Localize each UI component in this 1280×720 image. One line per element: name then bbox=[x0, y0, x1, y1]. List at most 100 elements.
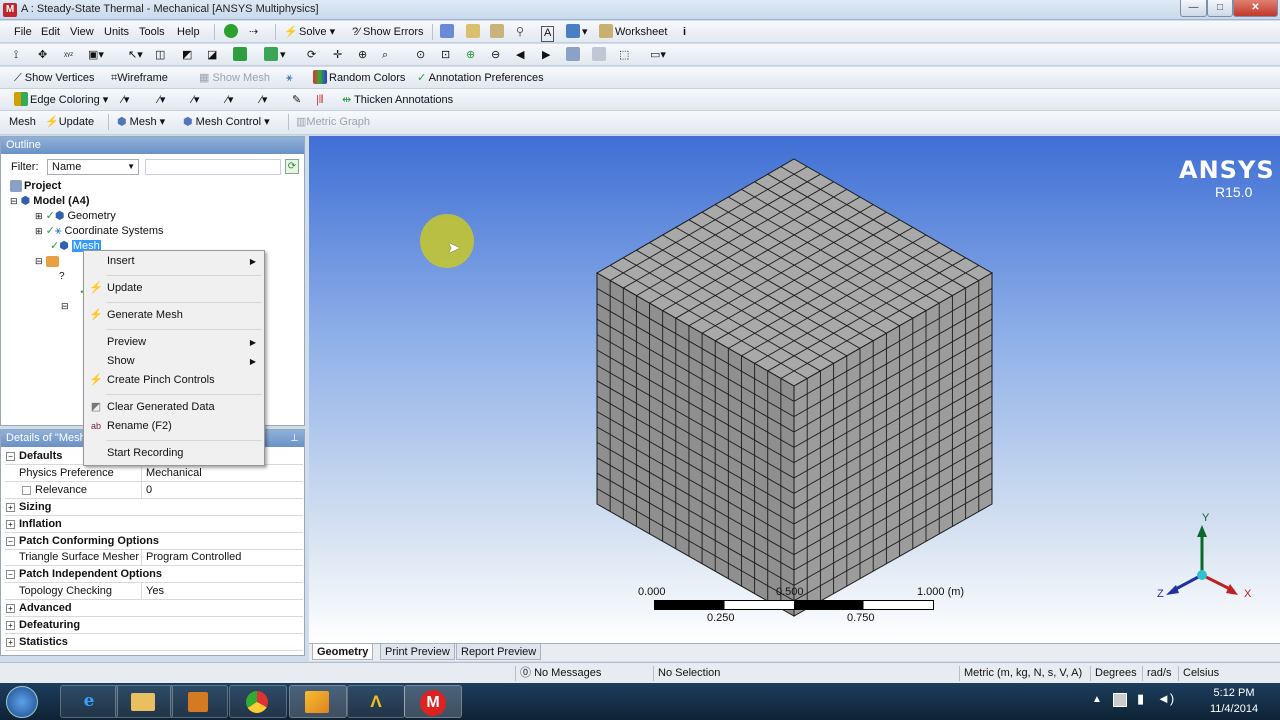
toolbar-icon-c[interactable] bbox=[490, 24, 506, 40]
thickness-icon[interactable]: |⫴ bbox=[316, 92, 323, 108]
tree-item-model[interactable]: ⊟ ⬢ Model (A4) bbox=[10, 194, 90, 208]
rotate-icon[interactable]: ⟳ bbox=[307, 47, 316, 63]
menu-item-rename[interactable]: ab Rename (F2) bbox=[84, 417, 264, 436]
rate-units[interactable]: rad/s bbox=[1142, 666, 1178, 681]
update-button[interactable]: ⚡Update bbox=[45, 114, 94, 130]
units-status[interactable]: Metric (m, kg, N, s, V, A) bbox=[959, 666, 1090, 681]
edge-style-5-icon[interactable]: ⁄▾ bbox=[260, 92, 267, 108]
details-group-row[interactable]: + Defeaturing bbox=[5, 617, 303, 634]
file-explorer-icon[interactable] bbox=[115, 685, 173, 718]
menu-help[interactable]: Help bbox=[177, 24, 200, 40]
toolbar-icon-a[interactable] bbox=[440, 24, 456, 40]
refresh-icon[interactable]: ⟳ bbox=[285, 159, 299, 174]
random-colors-button[interactable]: Random Colors bbox=[313, 70, 405, 86]
magnify-icon[interactable]: ⊕ bbox=[466, 47, 475, 63]
collapse-icon[interactable]: − bbox=[6, 452, 15, 461]
set-view-icon[interactable] bbox=[592, 47, 608, 63]
edge-style-3-icon[interactable]: ⁄▾ bbox=[192, 92, 199, 108]
zoom-fit-icon[interactable]: ⊙ bbox=[416, 47, 425, 63]
expand-icon[interactable]: + bbox=[6, 604, 15, 614]
clock-date[interactable]: 11/4/2014 bbox=[1200, 703, 1268, 715]
vertex-select-icon[interactable]: ◫ bbox=[155, 47, 165, 63]
menu-item-generate-mesh[interactable]: ⚡ Generate Mesh bbox=[84, 306, 264, 325]
previous-view-icon[interactable]: ◀ bbox=[516, 47, 524, 63]
menu-file[interactable]: File bbox=[14, 24, 32, 40]
info-icon[interactable]: i bbox=[683, 24, 686, 40]
ansys-workbench-icon[interactable] bbox=[289, 685, 347, 718]
expand-icon[interactable]: + bbox=[6, 519, 15, 529]
coordinate-icon[interactable]: ⚹ bbox=[286, 70, 293, 86]
details-group-row[interactable]: − Patch Independent Options bbox=[5, 566, 303, 584]
tree-item-analysis[interactable]: ⊟ bbox=[35, 254, 61, 268]
check-icon[interactable] bbox=[224, 24, 240, 40]
tree-item-solution-collapse[interactable]: ⊟ bbox=[61, 299, 69, 313]
details-property-row[interactable]: Physics Preference Mechanical bbox=[5, 464, 303, 482]
metric-graph-button[interactable]: ▥Metric Graph bbox=[296, 114, 370, 130]
pan-icon[interactable]: ✛ bbox=[333, 47, 342, 63]
collapse-icon[interactable]: − bbox=[6, 570, 15, 580]
wireframe-button[interactable]: ⌗Wireframe bbox=[111, 70, 168, 86]
zoom-icon[interactable]: ⊕ bbox=[358, 47, 367, 63]
toolbar-icon-b[interactable] bbox=[466, 24, 482, 40]
details-group-row[interactable]: + Inflation bbox=[5, 516, 303, 533]
menu-item-start-recording[interactable]: Start Recording bbox=[84, 444, 264, 463]
probe-icon[interactable]: ⚲ bbox=[516, 24, 524, 40]
menu-item-update[interactable]: ⚡ Update bbox=[84, 279, 264, 298]
close-button[interactable]: ✕ bbox=[1233, 0, 1278, 17]
worksheet-button[interactable]: Worksheet bbox=[599, 24, 667, 40]
clock-time[interactable]: 5:12 PM bbox=[1204, 687, 1264, 699]
show-vertices-button[interactable]: ⟋ Show Vertices bbox=[14, 70, 94, 86]
details-row-value[interactable]: 0 bbox=[146, 482, 152, 498]
details-row-value[interactable]: Mechanical bbox=[146, 465, 202, 481]
menu-view[interactable]: View bbox=[70, 24, 94, 40]
edge-select-icon[interactable]: ◩ bbox=[182, 47, 192, 63]
collapse-icon[interactable]: − bbox=[6, 536, 15, 546]
edge-style-1-icon[interactable]: ⁄▾ bbox=[122, 92, 129, 108]
action-center-icon[interactable] bbox=[1113, 693, 1127, 707]
edge-style-2-icon[interactable]: ⁄▾ bbox=[158, 92, 165, 108]
angle-units[interactable]: Degrees bbox=[1090, 666, 1142, 681]
minimize-button[interactable]: — bbox=[1180, 0, 1207, 17]
show-mesh-button[interactable]: ▦ Show Mesh bbox=[199, 70, 270, 86]
text-annotation-icon[interactable]: A bbox=[541, 26, 555, 42]
tab-geometry[interactable]: Geometry bbox=[312, 644, 374, 660]
network-icon[interactable]: ▮ bbox=[1137, 691, 1144, 707]
menu-item-show[interactable]: Show ▶ bbox=[84, 352, 264, 371]
viewport-layout-icon[interactable]: ▭▾ bbox=[650, 47, 666, 63]
media-player-icon[interactable] bbox=[170, 685, 228, 718]
menu-item-create-pinch[interactable]: ⚡ Create Pinch Controls bbox=[84, 371, 264, 390]
details-group-row[interactable]: + Advanced bbox=[5, 600, 303, 618]
relevance-checkbox[interactable] bbox=[22, 485, 31, 495]
menu-item-preview[interactable]: Preview ▶ bbox=[84, 333, 264, 352]
thicken-annotations-button[interactable]: ⇹ Thicken Annotations bbox=[342, 92, 453, 108]
box-select-icon[interactable]: ▣▾ bbox=[88, 47, 104, 63]
show-errors-button[interactable]: ?⁄ Show Errors bbox=[352, 24, 424, 40]
details-group-row[interactable]: + Statistics bbox=[5, 634, 303, 651]
tree-item-geometry[interactable]: ⊞ ✓⬢ Geometry bbox=[35, 209, 116, 223]
internet-explorer-icon[interactable]: e bbox=[60, 685, 118, 718]
extend-select-icon[interactable]: ▾ bbox=[264, 47, 286, 63]
tab-report-preview[interactable]: Report Preview bbox=[456, 644, 542, 660]
menu-units[interactable]: Units bbox=[104, 24, 129, 40]
tab-print-preview[interactable]: Print Preview bbox=[380, 644, 455, 660]
messages-status[interactable]: ⓪ No Messages bbox=[515, 666, 653, 681]
edge-coloring-button[interactable]: Edge Coloring ▾ bbox=[14, 92, 108, 108]
details-property-row[interactable]: Relevance 0 bbox=[5, 481, 303, 499]
edge-style-4-icon[interactable]: ⁄▾ bbox=[226, 92, 233, 108]
start-orb-icon[interactable] bbox=[6, 686, 38, 718]
mega-icon[interactable]: M bbox=[404, 685, 462, 718]
pin-icon[interactable]: ✎ bbox=[292, 92, 301, 108]
box-zoom-icon[interactable]: ⌕ bbox=[382, 47, 388, 63]
expand-icon[interactable]: + bbox=[6, 637, 15, 647]
expand-icon[interactable]: + bbox=[6, 621, 15, 630]
menu-edit[interactable]: Edit bbox=[41, 24, 60, 40]
select-mode-icon[interactable]: ⟟ bbox=[14, 47, 18, 63]
show-hidden-icons[interactable]: ▲ bbox=[1092, 694, 1102, 705]
iso-view-icon[interactable] bbox=[566, 47, 582, 63]
xyz-icon[interactable]: ᵡᵞᶻ bbox=[64, 47, 73, 63]
body-select-icon[interactable] bbox=[233, 47, 249, 63]
solve-button[interactable]: ⚡Solve ▾ bbox=[283, 24, 335, 40]
menu-item-clear-generated-data[interactable]: ◩ Clear Generated Data bbox=[84, 398, 264, 417]
mesh-dropdown[interactable]: ⬢ Mesh ▾ bbox=[117, 114, 165, 130]
next-view-icon[interactable]: ▶ bbox=[542, 47, 550, 63]
